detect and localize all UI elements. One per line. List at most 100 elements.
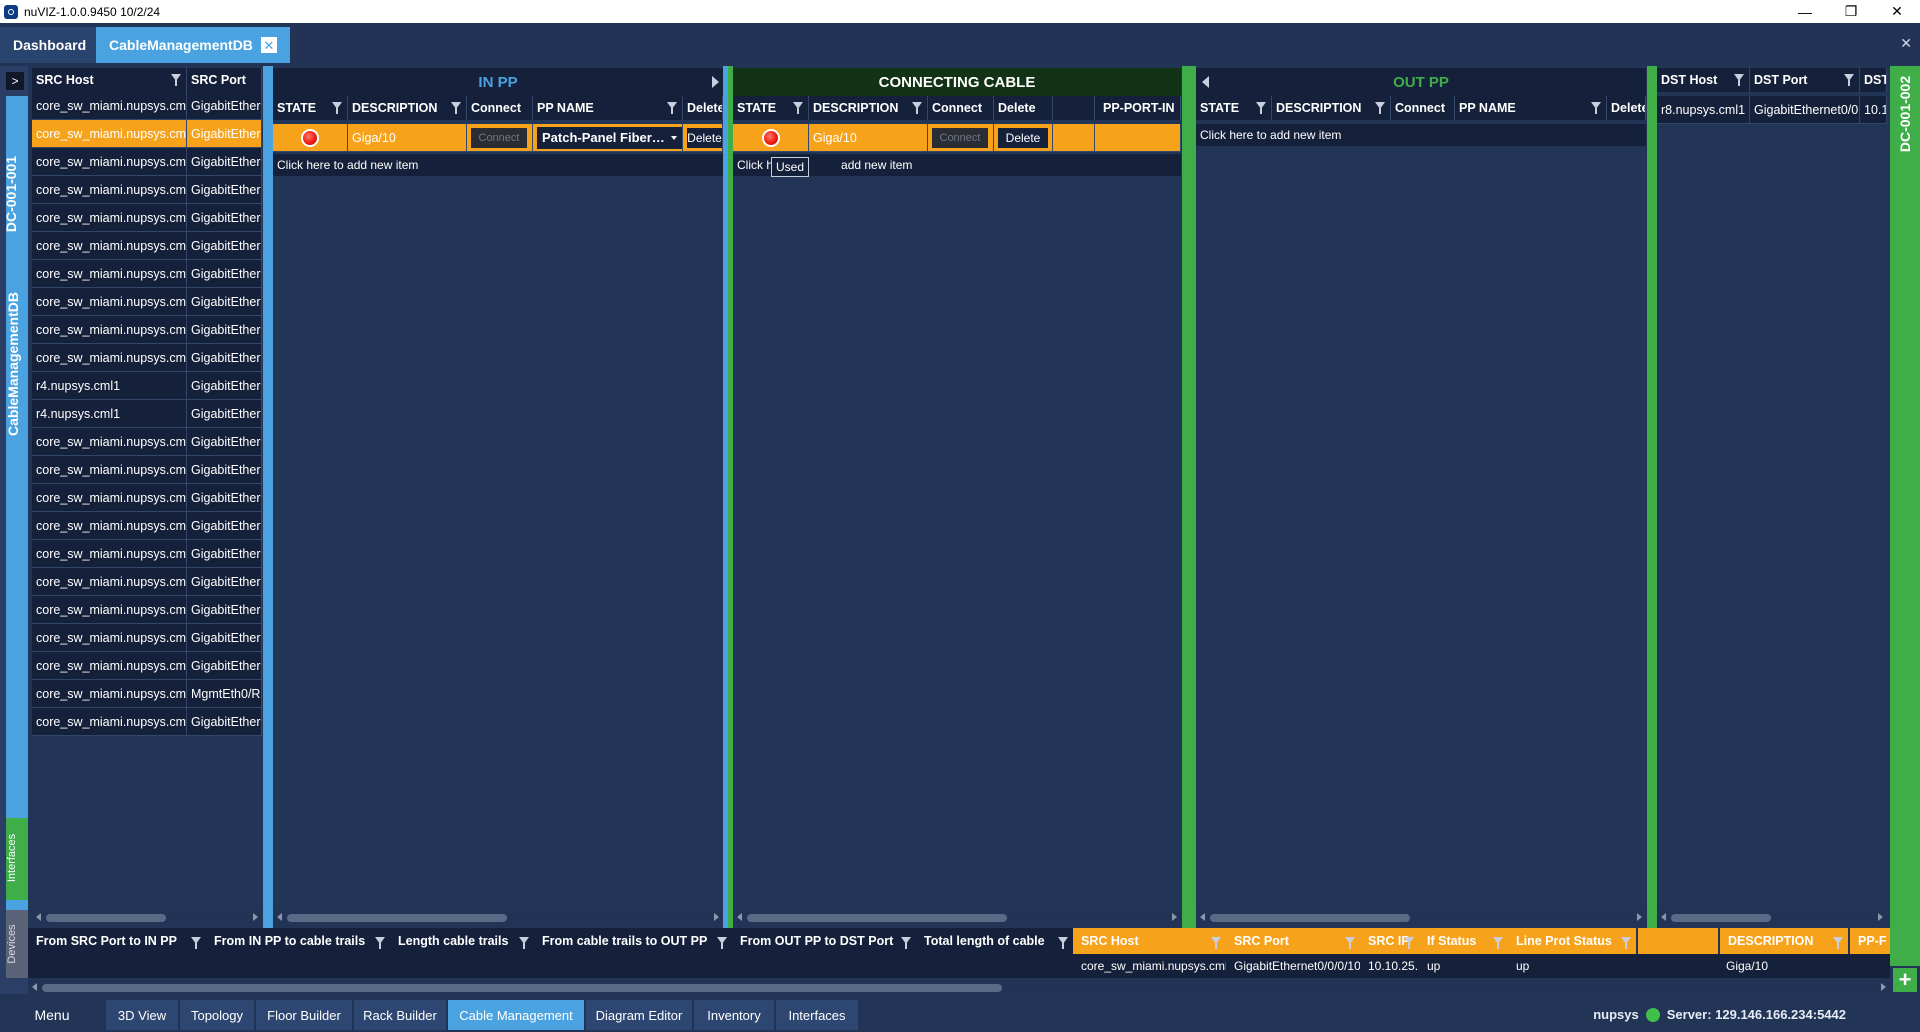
summary-header[interactable]: SRC IP xyxy=(1360,928,1419,954)
src-host-cell[interactable]: core_sw_miami.nupsys.cml1 xyxy=(32,652,187,680)
scroll-thumb[interactable] xyxy=(287,914,507,922)
src-host-cell[interactable]: core_sw_miami.nupsys.cml1 xyxy=(32,680,187,708)
filter-icon[interactable] xyxy=(191,937,201,949)
summary-header[interactable]: From SRC Port to IN PP xyxy=(28,928,206,954)
src-port-cell[interactable]: GigabitEthernet0/0/0/15 xyxy=(187,260,262,288)
scroll-right-icon[interactable] xyxy=(1881,983,1886,991)
src-port-cell[interactable]: GigabitEthernet0/1 xyxy=(187,400,262,428)
summary-if-status[interactable]: up xyxy=(1419,954,1508,978)
src-port-cell[interactable]: GigabitEthernet0/0/0/13 xyxy=(187,204,262,232)
src-port-cell[interactable]: GigabitEthernet0/0/0/8 xyxy=(187,652,262,680)
nav-3d-view[interactable]: 3D View xyxy=(106,1000,178,1030)
in-pp-description-header[interactable]: DESCRIPTION xyxy=(348,96,467,120)
summary-src-port[interactable]: GigabitEthernet0/0/0/10 xyxy=(1226,954,1360,978)
cable-scrollbar[interactable] xyxy=(733,910,1181,924)
out-pp-state-header[interactable]: STATE xyxy=(1196,96,1272,120)
tab-dashboard[interactable]: Dashboard xyxy=(0,27,100,63)
out-pp-description-header[interactable]: DESCRIPTION xyxy=(1272,96,1391,120)
src-port-cell[interactable]: GigabitEthernet0/0 xyxy=(187,372,262,400)
src-host-cell[interactable]: core_sw_miami.nupsys.cml1 xyxy=(32,176,187,204)
description-cell[interactable]: Giga/10 xyxy=(348,124,467,152)
filter-icon[interactable] xyxy=(1404,937,1414,949)
summary-line-prot[interactable]: up xyxy=(1508,954,1718,978)
src-table-row[interactable]: core_sw_miami.nupsys.cml1GigabitEthernet… xyxy=(32,344,262,372)
src-host-cell[interactable]: r4.nupsys.cml1 xyxy=(32,372,187,400)
nav-rack-builder[interactable]: Rack Builder xyxy=(354,1000,446,1030)
src-port-cell[interactable]: MgmtEth0/RP0/CPU0/0 xyxy=(187,680,262,708)
src-port-cell[interactable]: GigabitEthernet0/0/0/16 xyxy=(187,288,262,316)
src-host-cell[interactable]: core_sw_miami.nupsys.cml1 xyxy=(32,428,187,456)
src-host-cell[interactable]: core_sw_miami.nupsys.cml1 xyxy=(32,708,187,736)
summary-header[interactable]: PP-F xyxy=(1850,928,1890,954)
src-table-row[interactable]: r4.nupsys.cml1GigabitEthernet0/0 xyxy=(32,372,262,400)
nav-inventory[interactable]: Inventory xyxy=(694,1000,774,1030)
filter-icon[interactable] xyxy=(519,937,529,949)
src-scrollbar[interactable] xyxy=(32,910,262,924)
expand-button[interactable]: > xyxy=(6,72,24,90)
scroll-thumb[interactable] xyxy=(46,914,166,922)
nav-floor-builder[interactable]: Floor Builder xyxy=(256,1000,352,1030)
filter-icon[interactable] xyxy=(717,937,727,949)
src-table-row[interactable]: core_sw_miami.nupsys.cml1GigabitEthernet… xyxy=(32,456,262,484)
in-pp-delete-header[interactable]: Delete xyxy=(683,96,723,120)
src-table-row[interactable]: core_sw_miami.nupsys.cml1GigabitEthernet… xyxy=(32,176,262,204)
close-icon[interactable]: ✕ xyxy=(1874,0,1920,23)
nav-interfaces[interactable]: Interfaces xyxy=(776,1000,858,1030)
src-port-cell[interactable]: GigabitEthernet0/0/0/2 xyxy=(187,484,262,512)
src-port-header[interactable]: SRC Port xyxy=(187,68,262,92)
src-host-cell[interactable]: core_sw_miami.nupsys.cml1 xyxy=(32,344,187,372)
dst-host-header[interactable]: DST Host xyxy=(1657,68,1750,92)
filter-icon[interactable] xyxy=(1058,937,1068,949)
dst-host-cell[interactable]: r8.nupsys.cml1 xyxy=(1657,96,1750,124)
tab-close-icon[interactable]: ✕ xyxy=(260,37,277,53)
summary-header[interactable]: If Status xyxy=(1419,928,1508,954)
in-pp-add-item[interactable]: Click here to add new item xyxy=(273,154,723,176)
cable-delete-header[interactable]: Delete xyxy=(994,96,1053,120)
src-port-cell[interactable]: GigabitEthernet0/0/0/0 xyxy=(187,428,262,456)
delete-button[interactable]: Delete xyxy=(998,127,1048,148)
src-table-row[interactable]: core_sw_miami.nupsys.cml1GigabitEthernet… xyxy=(32,624,262,652)
filter-icon[interactable] xyxy=(901,937,911,949)
out-pp-connect-header[interactable]: Connect xyxy=(1391,96,1455,120)
filter-icon[interactable] xyxy=(451,102,461,114)
src-port-cell[interactable]: GigabitEthernet0/0/0/4 xyxy=(187,540,262,568)
summary-description[interactable]: Giga/10 xyxy=(1718,954,1890,978)
dst-port-header[interactable]: DST Port xyxy=(1750,68,1860,92)
in-pp-state-header[interactable]: STATE xyxy=(273,96,348,120)
filter-icon[interactable] xyxy=(171,74,181,86)
scroll-thumb[interactable] xyxy=(747,914,1007,922)
summary-header[interactable]: SRC Host xyxy=(1073,928,1226,954)
in-pp-connect-header[interactable]: Connect xyxy=(467,96,533,120)
description-cell[interactable]: Giga/10 xyxy=(809,124,928,152)
delete-button[interactable]: Delete xyxy=(687,127,722,148)
scroll-left-icon[interactable] xyxy=(1661,913,1666,921)
scroll-right-icon[interactable] xyxy=(1878,913,1883,921)
scroll-right-icon[interactable] xyxy=(714,913,719,921)
pp-name-dropdown[interactable]: Patch-Panel Fiber… xyxy=(537,126,682,149)
src-port-cell[interactable]: GigabitEthernet0/0/0/14 xyxy=(187,232,262,260)
cable-row[interactable]: Giga/10 Connect Delete xyxy=(733,124,1181,152)
cable-description-header[interactable]: DESCRIPTION xyxy=(809,96,928,120)
src-host-header[interactable]: SRC Host xyxy=(32,68,187,92)
src-table-row[interactable]: core_sw_miami.nupsys.cml1GigabitEthernet… xyxy=(32,316,262,344)
filter-icon[interactable] xyxy=(1833,937,1843,949)
out-pp-add-item[interactable]: Click here to add new item xyxy=(1196,124,1646,146)
src-host-cell[interactable]: core_sw_miami.nupsys.cml1 xyxy=(32,316,187,344)
summary-src-ip[interactable]: 10.10.25.1 xyxy=(1360,954,1419,978)
nav-cable-management[interactable]: Cable Management xyxy=(448,1000,584,1030)
src-host-cell[interactable]: core_sw_miami.nupsys.cml1 xyxy=(32,624,187,652)
summary-scrollbar[interactable] xyxy=(28,980,1890,994)
cable-blank-header[interactable] xyxy=(1053,96,1095,120)
src-table-row[interactable]: r4.nupsys.cml1GigabitEthernet0/1 xyxy=(32,400,262,428)
scroll-right-icon[interactable] xyxy=(1637,913,1642,921)
src-host-cell[interactable]: core_sw_miami.nupsys.cml1 xyxy=(32,540,187,568)
scroll-thumb[interactable] xyxy=(1210,914,1410,922)
dst-port-cell[interactable]: GigabitEthernet0/0 xyxy=(1750,96,1860,124)
src-table-row[interactable]: core_sw_miami.nupsys.cml1GigabitEthernet… xyxy=(32,120,262,148)
nav-menu[interactable]: Menu xyxy=(0,1000,104,1030)
src-table-row[interactable]: core_sw_miami.nupsys.cml1GigabitEthernet… xyxy=(32,204,262,232)
dst-ip-cell[interactable]: 10.10 xyxy=(1860,96,1887,124)
filter-icon[interactable] xyxy=(1345,937,1355,949)
src-port-cell[interactable]: GigabitEthernet0/0/0/10 xyxy=(187,120,262,148)
src-table-row[interactable]: core_sw_miami.nupsys.cml1GigabitEthernet… xyxy=(32,540,262,568)
